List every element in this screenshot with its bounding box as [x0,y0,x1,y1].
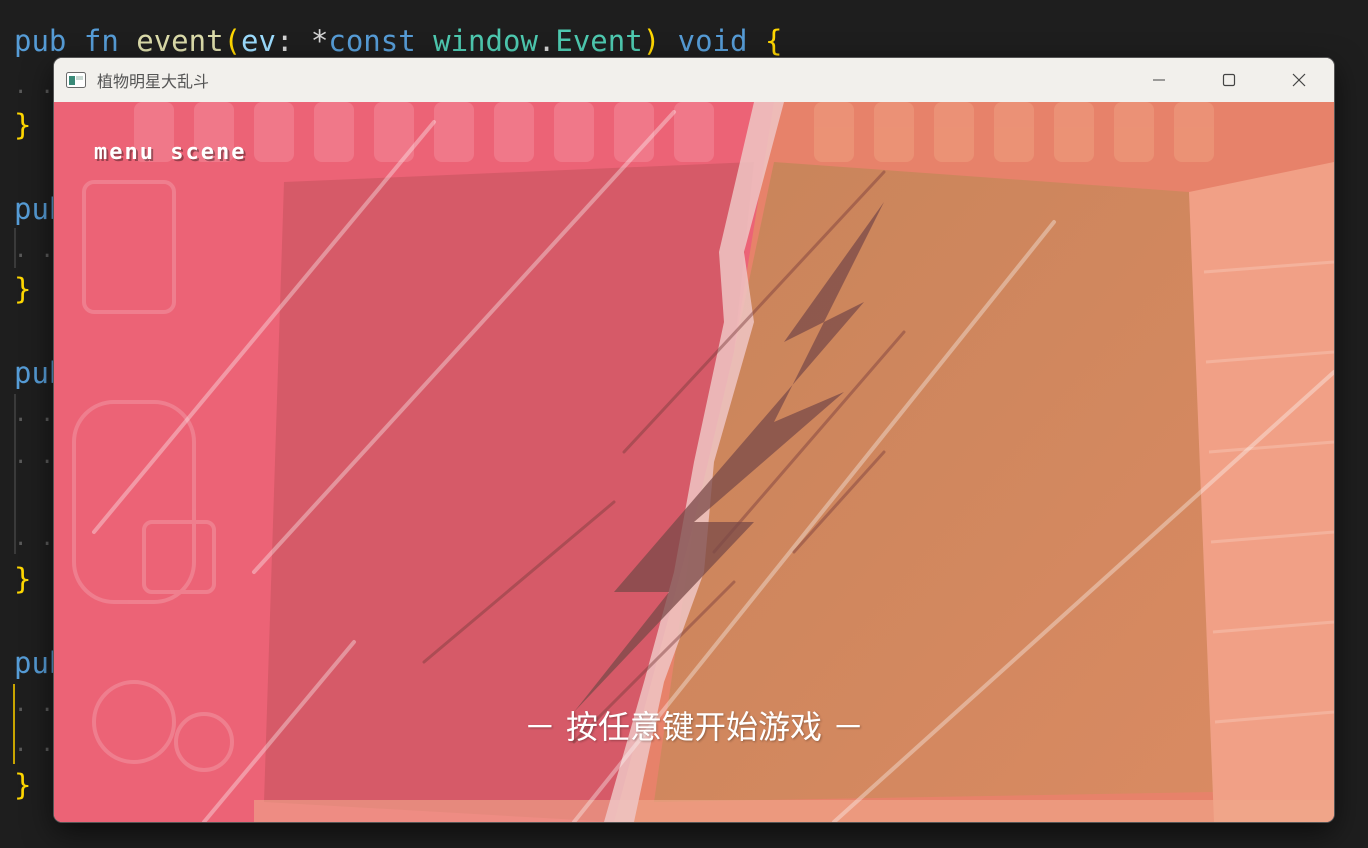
code-indent-dots: . . [14,402,54,427]
keyword-pub: pub [14,24,67,58]
param-name: ev [241,24,276,58]
code-line-1[interactable]: pub fn event(ev: *const window.Event) vo… [14,24,782,58]
code-indent-dots: . . [14,74,54,99]
scene-label: menu scene [94,140,247,165]
close-icon [1292,73,1306,87]
keyword-void: void [677,24,748,58]
code-indent-dots: . . [14,238,54,263]
start-prompt: － 按任意键开始游戏 － [523,708,865,746]
window-title: 植物明星大乱斗 [97,72,210,91]
pointer-star: * [310,24,329,58]
code-indent-dots: . . [14,692,54,717]
game-window[interactable]: 植物明星大乱斗 menu scene － 按任意键开始游戏 － [54,58,1334,822]
close-button[interactable] [1264,58,1334,102]
paren-open: ( [223,24,242,58]
app-icon [66,72,86,88]
function-name: event [136,24,224,58]
keyword-fn: fn [83,24,119,58]
code-indent-dots: . . [14,444,54,469]
maximize-icon [1222,73,1236,87]
type-namespace: window [433,24,538,58]
type-name: Event [555,24,643,58]
maximize-button[interactable] [1194,58,1264,102]
brace-open: { [764,24,783,58]
minimize-icon [1153,79,1165,81]
colon: : [275,24,294,58]
brace-close: } [14,768,32,802]
paren-close: ) [642,24,661,58]
game-canvas[interactable]: menu scene － 按任意键开始游戏 － [54,102,1334,822]
keyword-const: const [328,24,416,58]
brace-close: } [14,272,32,306]
code-indent-dots: . . [14,526,54,551]
brace-close: } [14,108,32,142]
brace-close: } [14,562,32,596]
minimize-button[interactable] [1124,58,1194,102]
code-indent-dots: . . [14,732,54,757]
dot: . [537,24,556,58]
title-bar[interactable]: 植物明星大乱斗 [54,58,1334,102]
